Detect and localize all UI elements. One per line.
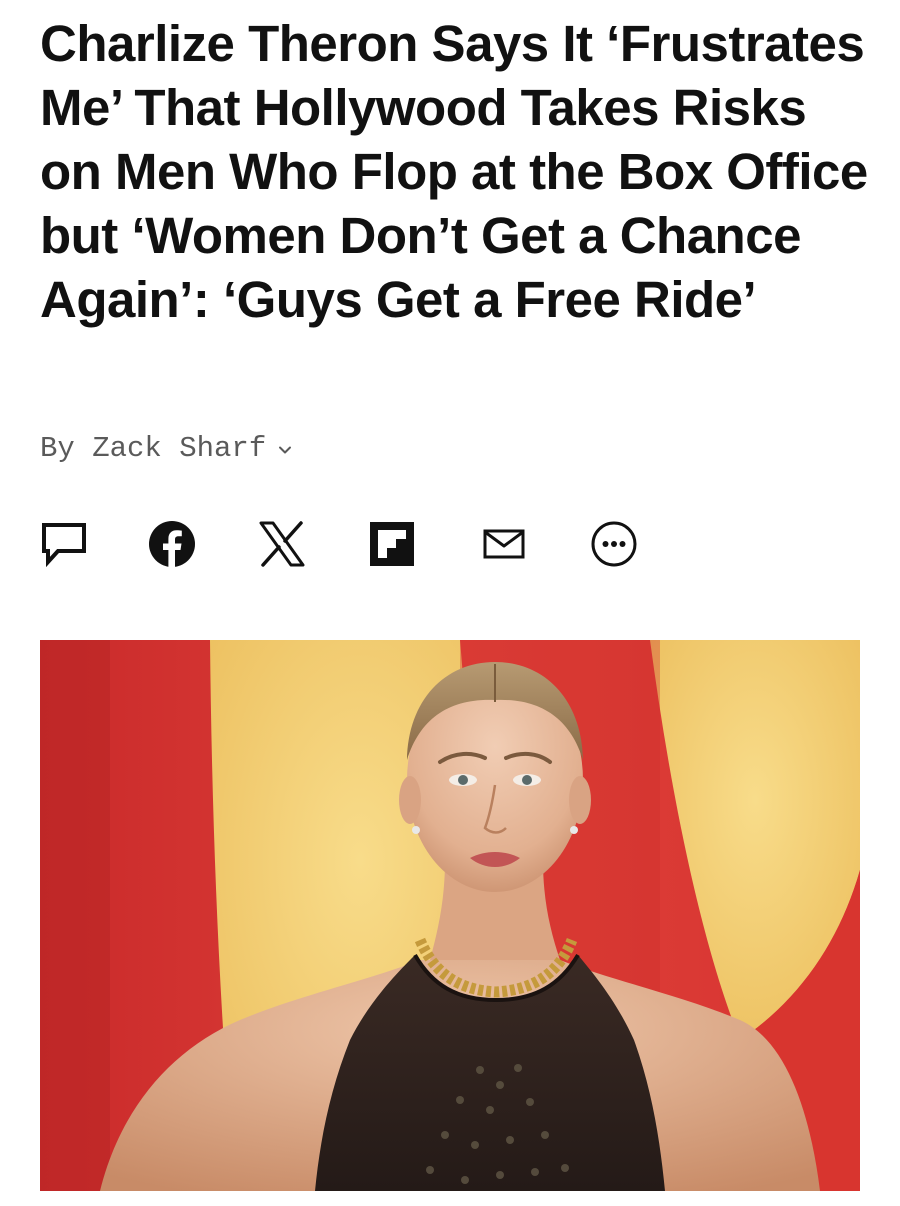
- byline-author[interactable]: By Zack Sharf: [40, 432, 266, 465]
- facebook-share-button[interactable]: [146, 518, 198, 570]
- share-bar: [40, 518, 660, 570]
- byline[interactable]: By Zack Sharf: [40, 428, 294, 468]
- woman-portrait-photo: [40, 640, 860, 1191]
- comment-icon: [41, 521, 87, 567]
- email-icon: [481, 521, 527, 567]
- x-icon: [258, 520, 306, 568]
- headline: Charlize Theron Says It ‘Frustrates Me’ …: [40, 15, 868, 328]
- flipboard-share-button[interactable]: [366, 518, 418, 570]
- x-share-button[interactable]: [256, 518, 308, 570]
- more-options-icon: [590, 520, 638, 568]
- article: Charlize Theron Says It ‘Frustrates Me’ …: [0, 0, 900, 1206]
- more-options-button[interactable]: [588, 518, 640, 570]
- email-share-button[interactable]: [478, 518, 530, 570]
- comment-button[interactable]: [38, 518, 90, 570]
- chevron-down-icon[interactable]: [276, 441, 294, 459]
- hero-image: [40, 640, 860, 1191]
- facebook-icon: [148, 520, 196, 568]
- flipboard-icon: [368, 520, 416, 568]
